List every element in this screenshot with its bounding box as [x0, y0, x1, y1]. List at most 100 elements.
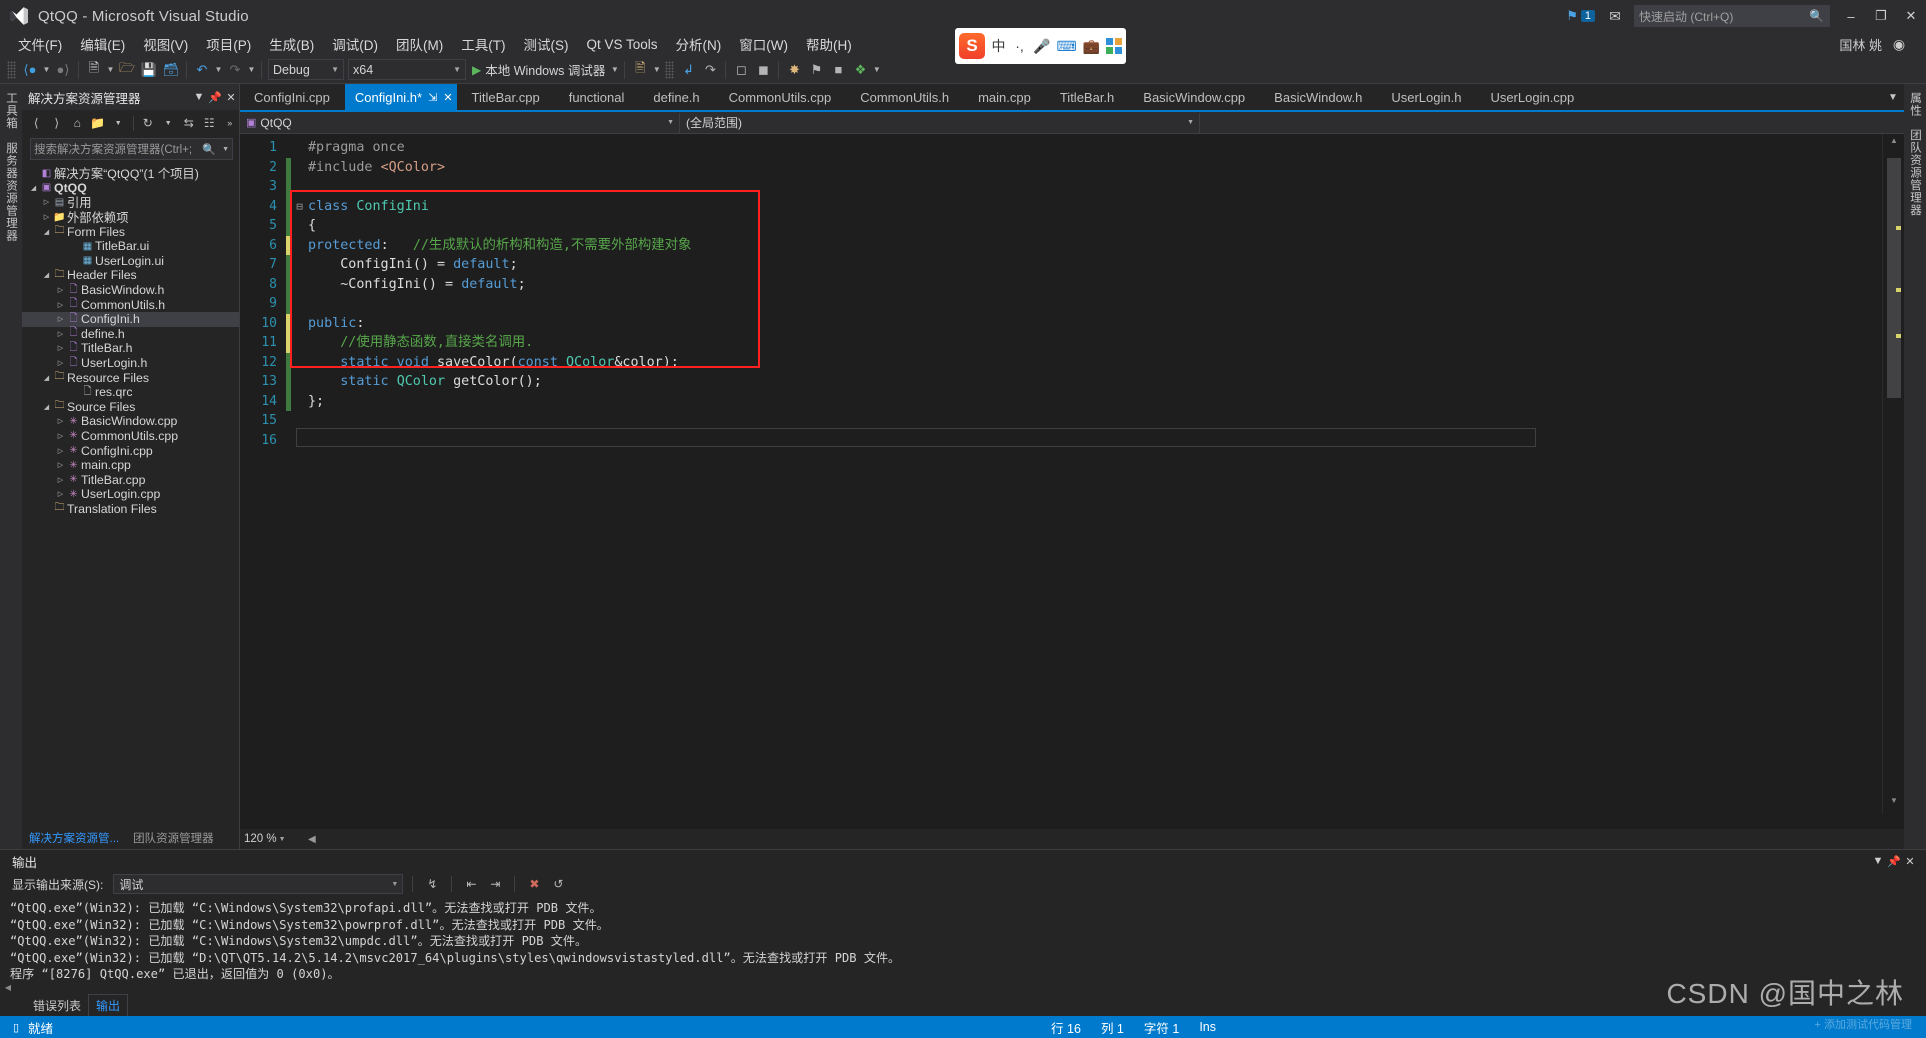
document-tab[interactable]: BasicWindow.h	[1260, 84, 1378, 110]
navigate-backward-icon[interactable]: ⟨●	[19, 59, 41, 81]
collapse-region-icon[interactable]: ⊟	[291, 197, 308, 217]
tab-solution-explorer[interactable]: 解决方案资源管...	[22, 828, 126, 849]
redo-dropdown-icon[interactable]: ▼	[246, 59, 257, 81]
menu-help[interactable]: 帮助(H)	[797, 32, 861, 56]
tree-item[interactable]: ▷ 🗋 define.h	[22, 327, 239, 342]
document-tab[interactable]: define.h	[639, 84, 715, 110]
forward-icon[interactable]: ⟩	[48, 113, 67, 133]
start-debugging-button[interactable]: ▶ 本地 Windows 调试器	[468, 60, 609, 79]
menu-debug[interactable]: 调试(D)	[323, 32, 387, 56]
bookmark-icon[interactable]: ⚑	[805, 59, 827, 81]
user-account-name[interactable]: 国林 姚	[1839, 35, 1882, 54]
maximize-button[interactable]: ❐	[1866, 0, 1896, 32]
navigation-scope-combo[interactable]: (全局范围) ▼	[680, 112, 1200, 133]
collapsed-twisty-icon[interactable]: ▷	[55, 359, 66, 367]
save-icon[interactable]: 💾	[138, 59, 160, 81]
tree-item[interactable]: ◢ 🗀 Header Files	[22, 268, 239, 283]
punctuation-icon[interactable]: ·,	[1012, 38, 1027, 54]
tree-item[interactable]: 🗀 Translation Files	[22, 502, 239, 517]
close-icon[interactable]: ✕	[223, 91, 239, 104]
attach-process-icon[interactable]: 🖹	[629, 59, 651, 81]
document-tab[interactable]: UserLogin.cpp	[1476, 84, 1590, 110]
collapsed-twisty-icon[interactable]: ▷	[55, 315, 66, 323]
scroll-left-icon[interactable]: ◀	[308, 834, 316, 845]
menu-view[interactable]: 视图(V)	[134, 32, 197, 56]
comment-icon[interactable]: ◻	[730, 59, 752, 81]
editor-horizontal-scrollbar[interactable]	[240, 814, 1904, 829]
sogou-logo-icon[interactable]: S	[959, 33, 985, 59]
collapse-all-icon[interactable]: ⇆	[179, 113, 198, 133]
tree-item[interactable]: ▷ 🗋 TitleBar.h	[22, 341, 239, 356]
account-avatar-icon[interactable]: ◉	[1888, 33, 1910, 55]
new-project-icon[interactable]: 🗎	[83, 59, 105, 81]
notification-badge[interactable]: ⚑ 1	[1561, 6, 1600, 26]
tree-item[interactable]: ▷ ✳ TitleBar.cpp	[22, 472, 239, 487]
refresh-icon[interactable]: ↻	[138, 113, 157, 133]
code-line[interactable]: 1 #pragma once	[240, 138, 1882, 158]
server-explorer-tab[interactable]: 服务器资源管理器	[3, 142, 19, 242]
document-tab[interactable]: UserLogin.h	[1377, 84, 1477, 110]
tree-item[interactable]: ▷ ✳ main.cpp	[22, 458, 239, 473]
find-icon[interactable]: ✸	[783, 59, 805, 81]
microphone-icon[interactable]: 🎤	[1033, 38, 1050, 55]
back-icon[interactable]: ⟨	[27, 113, 46, 133]
tree-item[interactable]: ▷ ✳ UserLogin.cpp	[22, 487, 239, 502]
tree-item[interactable]: ◢ 🗀 Resource Files	[22, 370, 239, 385]
navigation-project-combo[interactable]: ▣ QtQQ ▼	[240, 112, 680, 133]
document-tab[interactable]: TitleBar.h	[1046, 84, 1130, 110]
menu-project[interactable]: 项目(P)	[197, 32, 260, 56]
tab-output[interactable]: 输出	[88, 993, 129, 1017]
document-tab[interactable]: main.cpp	[964, 84, 1046, 110]
properties-tab[interactable]: 属性	[1907, 92, 1923, 117]
toolbox-icon[interactable]: 💼	[1083, 38, 1100, 55]
pin-icon[interactable]: ⇲	[428, 91, 437, 104]
tab-error-list[interactable]: 错误列表	[26, 995, 88, 1016]
collapsed-twisty-icon[interactable]: ▷	[55, 476, 66, 484]
feedback-icon[interactable]: ✉	[1602, 2, 1628, 30]
undo-icon[interactable]: ↶	[191, 59, 213, 81]
expanded-twisty-icon[interactable]: ◢	[41, 271, 52, 279]
sync-with-active-document-icon[interactable]: 📁	[89, 113, 108, 133]
menu-file[interactable]: 文件(F)	[9, 32, 71, 56]
collapsed-twisty-icon[interactable]: ▷	[55, 417, 66, 425]
code-line[interactable]: 5{	[240, 216, 1882, 236]
expanded-twisty-icon[interactable]: ◢	[41, 374, 52, 382]
pin-icon[interactable]: 📌	[207, 91, 223, 104]
attach-dropdown-icon[interactable]: ▼	[651, 59, 662, 81]
breakpoints-icon[interactable]: ■	[827, 59, 849, 81]
tree-item[interactable]: ▷ ✳ CommonUtils.cpp	[22, 429, 239, 444]
document-tab[interactable]: functional	[555, 84, 640, 110]
qt-tools-icon[interactable]: ❖	[849, 59, 871, 81]
solution-explorer-search-input[interactable]: 搜索解决方案资源管理器(Ctrl+; 🔍 ▼	[30, 138, 233, 160]
panel-menu-icon[interactable]: ▼	[1870, 855, 1886, 867]
collapsed-twisty-icon[interactable]: ▷	[55, 344, 66, 352]
start-debugging-dropdown-icon[interactable]: ▼	[609, 59, 620, 81]
new-project-dropdown-icon[interactable]: ▼	[105, 59, 116, 81]
tree-item[interactable]: ▷ 🗋 UserLogin.h	[22, 356, 239, 371]
pin-icon[interactable]: 📌	[1886, 855, 1902, 868]
panel-menu-icon[interactable]: ▼	[191, 91, 207, 103]
undo-dropdown-icon[interactable]: ▼	[213, 59, 224, 81]
output-horizontal-scrollbar[interactable]: ◀	[0, 980, 1926, 994]
document-tab[interactable]: CommonUtils.cpp	[715, 84, 847, 110]
expanded-twisty-icon[interactable]: ◢	[28, 184, 39, 192]
menu-window[interactable]: 窗口(W)	[730, 32, 797, 56]
collapsed-twisty-icon[interactable]: ▷	[41, 213, 52, 221]
expanded-twisty-icon[interactable]: ◢	[41, 403, 52, 411]
clear-all-icon[interactable]: ✖	[524, 874, 544, 894]
code-editor[interactable]: 1 #pragma once 2 #include <QColor> 3 4 ⊟ class …	[240, 134, 1904, 814]
redo-icon[interactable]: ↷	[224, 59, 246, 81]
code-line[interactable]: 14};	[240, 391, 1882, 411]
document-tab[interactable]: ConfigIni.h* ⇲ ✕	[344, 84, 458, 110]
tree-item[interactable]: ▷ 🗋 CommonUtils.h	[22, 297, 239, 312]
tree-item[interactable]: ▷ ✳ BasicWindow.cpp	[22, 414, 239, 429]
quick-launch-input[interactable]: 快速启动 (Ctrl+Q) 🔍	[1634, 5, 1830, 27]
document-tab[interactable]: ConfigIni.cpp	[240, 84, 345, 110]
go-to-next-icon[interactable]: ⇥	[485, 874, 505, 894]
save-all-icon[interactable]: 🗃	[160, 59, 182, 81]
solution-tree[interactable]: ◧ 解决方案“QtQQ”(1 个项目) ◢ ▣ QtQQ ▷ ▤ 引用 ▷ 📁 外部依赖项 ◢ 🗀 For…	[22, 163, 239, 827]
uncomment-icon[interactable]: ◼	[752, 59, 774, 81]
code-line[interactable]: 4 ⊟ class ConfigIni	[240, 196, 1882, 217]
code-line[interactable]: 11 //使用静态函数,直接类名调用.	[240, 333, 1882, 353]
collapsed-twisty-icon[interactable]: ▷	[55, 330, 66, 338]
